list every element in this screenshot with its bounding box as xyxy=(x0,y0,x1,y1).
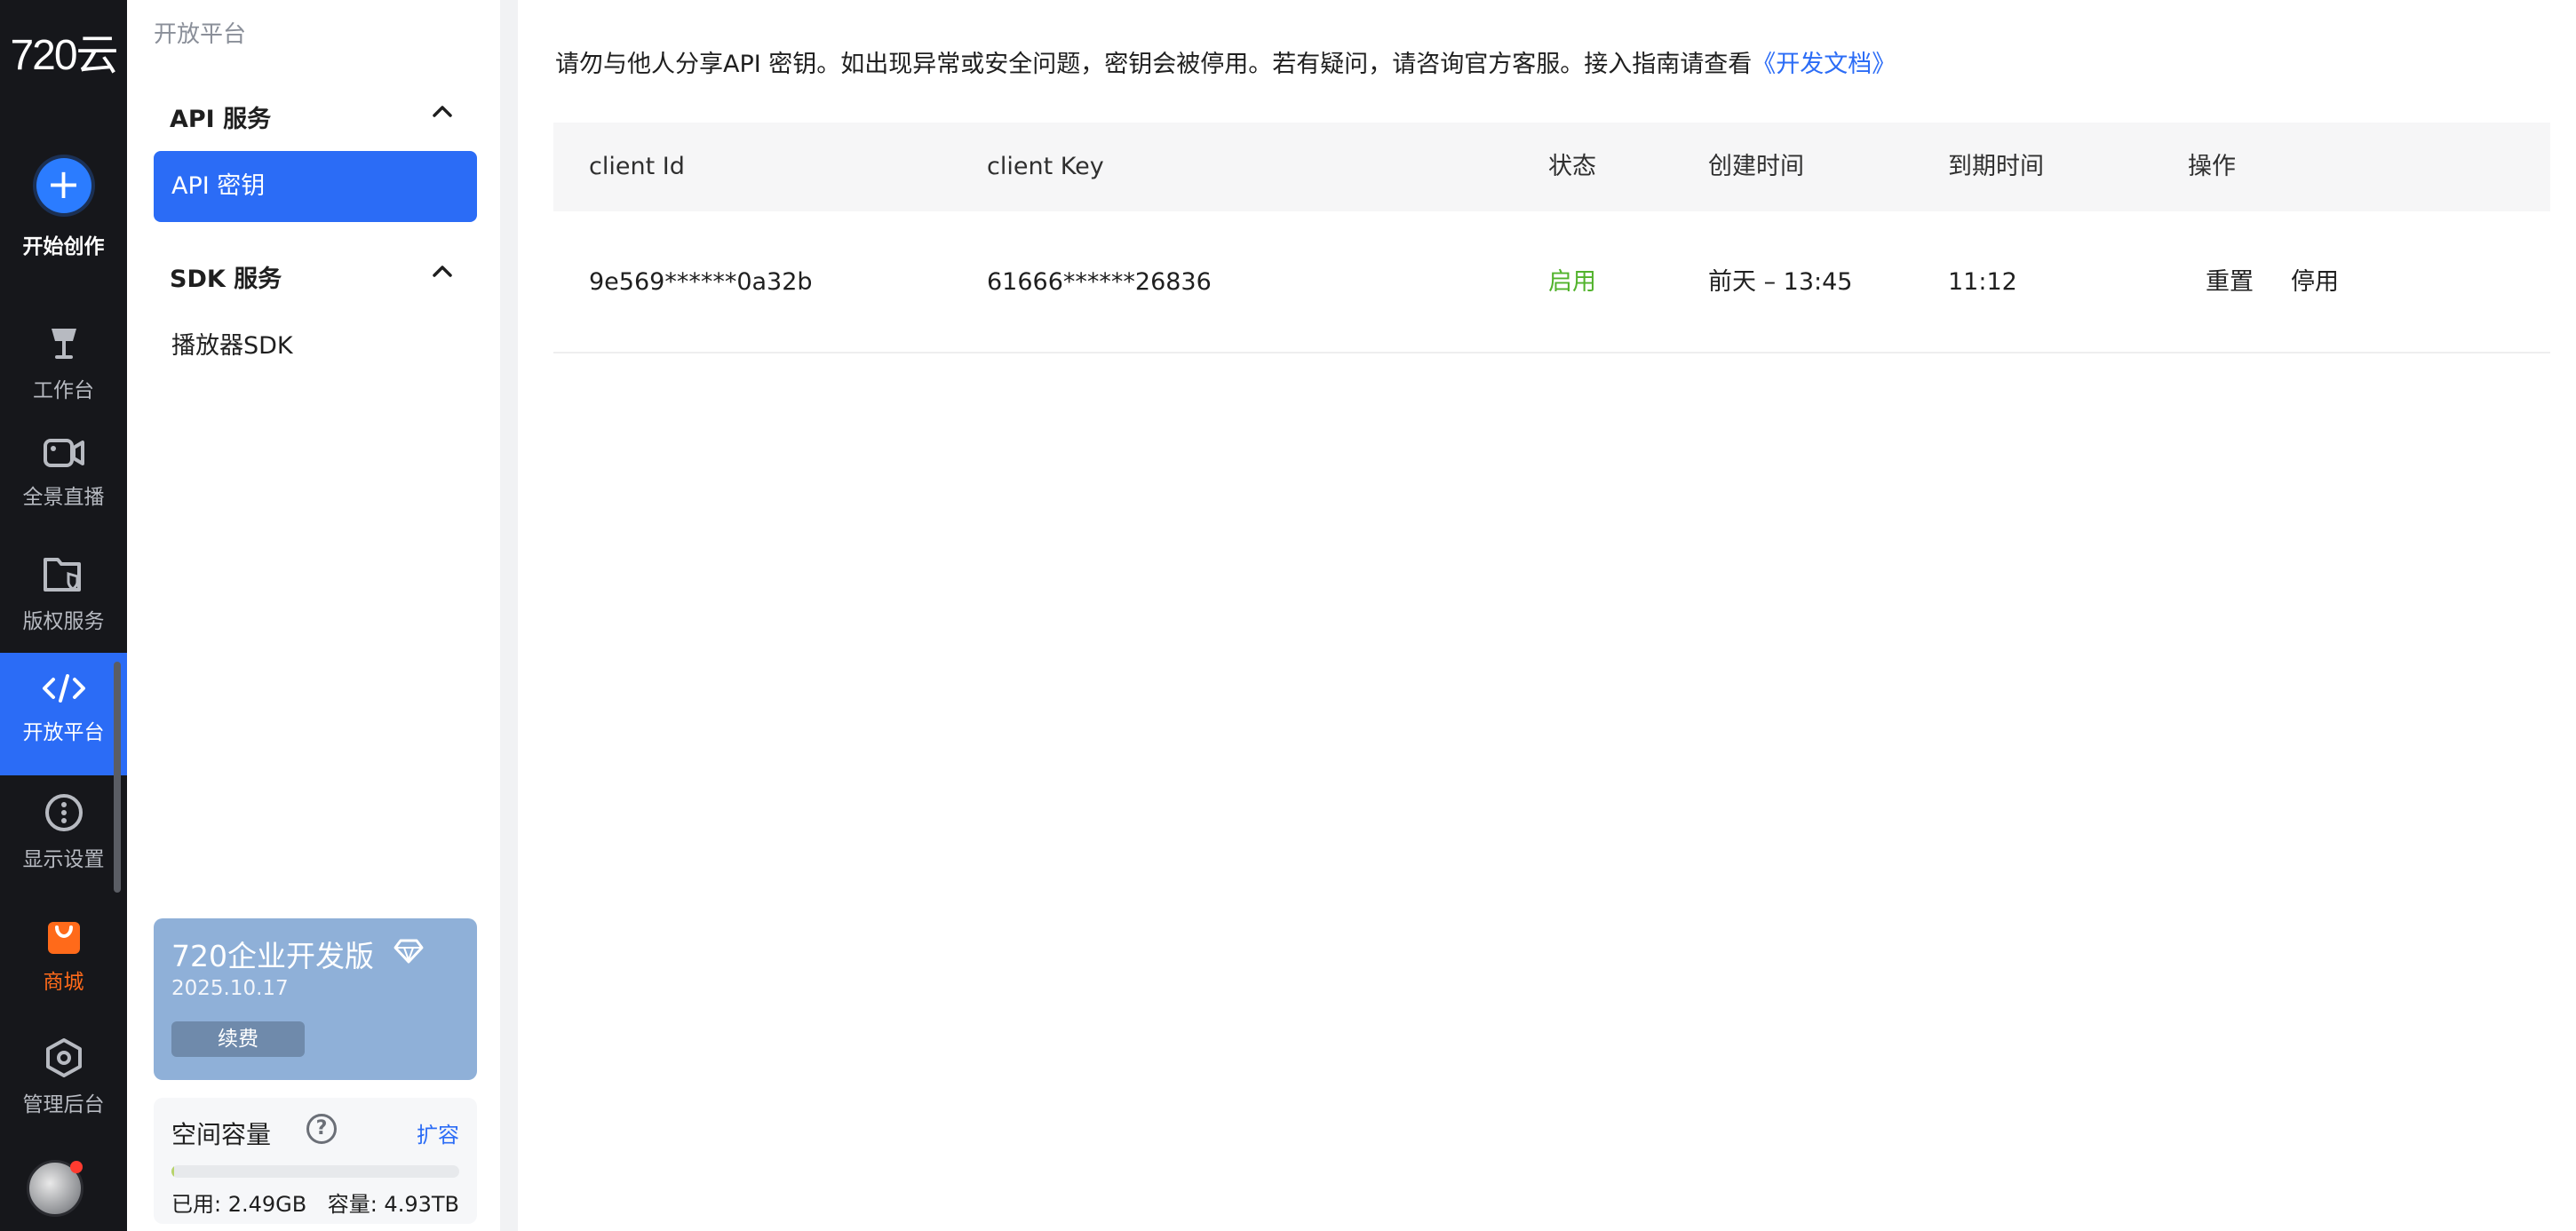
sidebar-item-api-key[interactable]: API 密钥 xyxy=(154,151,477,222)
rail-item-label: 开放平台 xyxy=(22,721,105,744)
client-key-cell: 61666******26836 xyxy=(987,268,1212,296)
column-header-expires: 到期时间 xyxy=(1948,153,2044,180)
storage-capacity: 容量: 4.93TB xyxy=(327,1192,459,1217)
diamond-icon xyxy=(394,938,424,968)
rail-scrollbar[interactable] xyxy=(114,662,121,893)
expand-storage-link[interactable]: 扩容 xyxy=(417,1117,459,1148)
rail-item-display-settings[interactable]: 显示设置 xyxy=(0,780,127,902)
rail-item-label: 管理后台 xyxy=(22,1093,105,1116)
table-row: 9e569******0a32b 61666******26836 启用 前天 … xyxy=(553,211,2550,353)
chevron-up-icon[interactable] xyxy=(431,259,454,289)
renew-button[interactable]: 续费 xyxy=(171,1021,305,1057)
video-camera-icon xyxy=(0,417,127,471)
lamp-icon xyxy=(0,311,127,364)
api-key-notice: 请勿与他人分享API 密钥。如出现异常或安全问题，密钥会被停用。若有疑问，请咨询… xyxy=(555,44,1896,79)
api-key-table: client Id client Key 状态 创建时间 到期时间 操作 9e5… xyxy=(553,123,2550,353)
rail-item-label: 商城 xyxy=(43,971,84,994)
notice-text: 请勿与他人分享API 密钥。如出现异常或安全问题，密钥会被停用。若有疑问，请咨询… xyxy=(555,51,1753,78)
client-id-cell: 9e569******0a32b xyxy=(589,268,813,296)
rail-item-admin[interactable]: 管理后台 xyxy=(0,1025,127,1148)
shopping-bag-icon xyxy=(0,902,127,956)
code-icon xyxy=(0,653,127,706)
avatar[interactable] xyxy=(27,1160,83,1217)
column-header-client-key: client Key xyxy=(987,153,1104,180)
plan-card: 720企业开发版 2025.10.17 续费 xyxy=(154,918,477,1080)
table-header: client Id client Key 状态 创建时间 到期时间 操作 xyxy=(553,123,2550,211)
storage-used: 已用: 2.49GB xyxy=(171,1192,307,1217)
storage-card: 空间容量 ? 扩容 已用: 2.49GB 容量: 4.93TB xyxy=(154,1098,477,1224)
primary-nav-rail: 720云 + 开始创作 工作台 全景直播 版权服务 开放平台 显示设置 商城 管… xyxy=(0,0,127,1231)
rail-item-shop[interactable]: 商城 xyxy=(0,902,127,1025)
expires-time-cell: 11:12 xyxy=(1948,268,2017,296)
rail-item-live[interactable]: 全景直播 xyxy=(0,417,127,540)
app-logo[interactable]: 720云 xyxy=(0,20,127,82)
plan-title: 720企业开发版 xyxy=(171,939,374,973)
column-header-client-id: client Id xyxy=(589,153,685,180)
help-icon[interactable]: ? xyxy=(306,1114,337,1144)
sidebar-group-sdk[interactable]: SDK 服务 xyxy=(170,259,472,294)
folder-shield-icon xyxy=(0,542,127,595)
rail-item-label: 版权服务 xyxy=(22,610,105,633)
sidebar-group-api[interactable]: API 服务 xyxy=(170,99,472,134)
column-header-status: 状态 xyxy=(1548,153,1596,180)
storage-progress-fill xyxy=(171,1165,175,1178)
rail-item-workbench[interactable]: 工作台 xyxy=(0,311,127,433)
status-badge: 启用 xyxy=(1548,268,1596,296)
secondary-sidebar: 开放平台 API 服务 API 密钥 SDK 服务 播放器SDK 720企业开发… xyxy=(127,0,500,1231)
plus-icon[interactable]: + xyxy=(36,158,91,213)
sidebar-item-player-sdk[interactable]: 播放器SDK xyxy=(154,311,477,382)
column-header-actions: 操作 xyxy=(2188,153,2236,180)
sidebar-group-title: SDK 服务 xyxy=(170,266,282,293)
storage-progress-bar xyxy=(171,1165,459,1178)
notification-dot xyxy=(70,1161,83,1173)
rail-item-open-platform[interactable]: 开放平台 xyxy=(0,653,127,775)
column-header-created: 创建时间 xyxy=(1708,153,1804,180)
main-content: 请勿与他人分享API 密钥。如出现异常或安全问题，密钥会被停用。若有疑问，请咨询… xyxy=(518,0,2576,1231)
sidebar-group-title: API 服务 xyxy=(170,106,272,133)
chevron-up-icon[interactable] xyxy=(431,99,454,129)
rail-item-copyright[interactable]: 版权服务 xyxy=(0,542,127,664)
rail-item-label: 工作台 xyxy=(33,379,94,402)
hexagon-settings-icon xyxy=(0,1025,127,1078)
disable-button[interactable]: 停用 xyxy=(2291,211,2339,353)
dev-docs-link[interactable]: 《开发文档》 xyxy=(1752,51,1896,78)
created-time-cell: 前天 – 13:45 xyxy=(1708,268,1853,296)
create-button[interactable]: + 开始创作 xyxy=(0,158,127,259)
plan-expiry-date: 2025.10.17 xyxy=(171,977,289,1000)
breadcrumb: 开放平台 xyxy=(154,21,247,48)
reset-button[interactable]: 重置 xyxy=(2206,211,2254,353)
create-label: 开始创作 xyxy=(22,235,105,258)
rail-item-label: 显示设置 xyxy=(22,848,105,871)
storage-title: 空间容量 xyxy=(171,1120,272,1149)
rail-item-label: 全景直播 xyxy=(22,486,105,509)
more-vertical-icon xyxy=(0,780,127,833)
